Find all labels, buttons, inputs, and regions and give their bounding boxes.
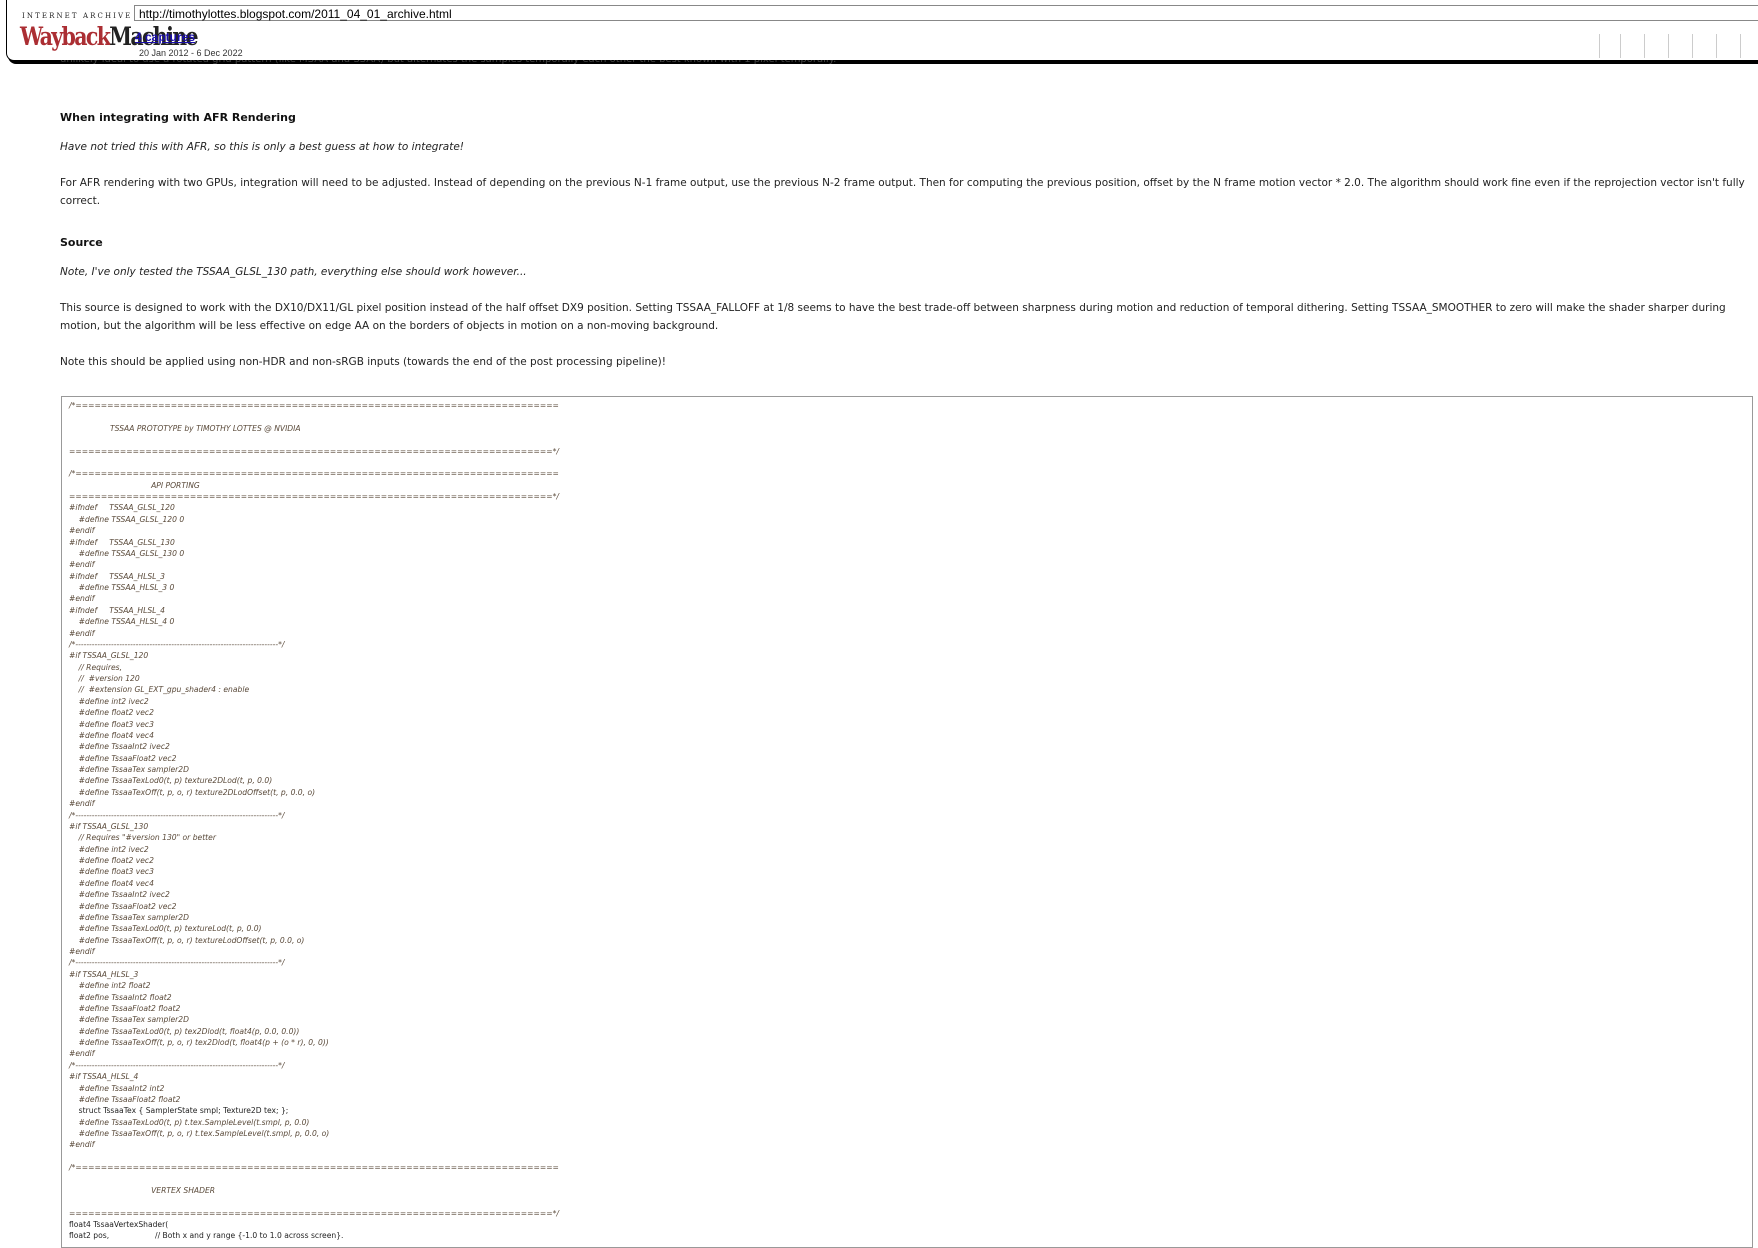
code-line: #ifndef TSSAA_GLSL_130: [69, 537, 175, 547]
wayback-logo[interactable]: INTERNET ARCHIVE WaybackMachine: [14, 8, 199, 54]
code-line: #define int2 ivec2: [78, 696, 149, 706]
wayback-toolbar: INTERNET ARCHIVE WaybackMachine http://t…: [0, 0, 1758, 64]
code-line: /*--------------------------------------…: [69, 958, 285, 968]
code-line: #define TSSAA_HLSL_3 0: [78, 583, 175, 592]
source-note-hdr: Note this should be applied using non-HD…: [60, 356, 666, 368]
code-line: #endif: [69, 628, 95, 638]
code-line: #define int2 float2: [78, 981, 151, 991]
code-line: /*======================================…: [69, 1163, 559, 1173]
code-line: #define float2 vec2: [78, 856, 154, 865]
code-line: #define TssaaFloat2 float2: [78, 1003, 181, 1013]
code-line: #define TssaaInt2 int2: [78, 1083, 165, 1093]
code-line: #define TssaaTexLod0(t, p) t.tex.SampleL…: [78, 1117, 310, 1127]
code-line: struct TssaaTex { SamplerState smpl; Tex…: [78, 1106, 289, 1116]
code-line: #define TssaaTexLod0(t, p) texture2DLod(…: [78, 776, 273, 786]
code-line: /*--------------------------------------…: [69, 810, 285, 820]
code-line: #if TSSAA_GLSL_130: [69, 821, 149, 831]
code-line: #define TssaaTex sampler2D: [78, 1015, 189, 1025]
code-line: #define float4 vec4: [78, 878, 154, 888]
clipped-paragraph: unlikely ideal to use a rotated grid pat…: [60, 60, 910, 68]
source-paragraph: This source is designed to work with the…: [60, 302, 1726, 332]
code-line: #define float3 vec3: [78, 867, 154, 877]
sparkline-year-divider: [1716, 34, 1717, 58]
code-line: #ifndef TSSAA_HLSL_4: [69, 605, 166, 615]
code-line: #define TSSAA_HLSL_4 0: [78, 617, 175, 627]
afr-note: Have not tried this with AFR, so this is…: [60, 141, 464, 153]
code-line: #define TssaaTexOff(t, p, o, r) t.tex.Sa…: [78, 1129, 330, 1138]
code-line: float4 TssaaVertexShader(: [69, 1220, 169, 1229]
sparkline-year-divider: [1692, 34, 1693, 58]
code-line: #define int2 ivec2: [78, 844, 149, 854]
code-line: #define TssaaTexOff(t, p, o, r) textureL…: [78, 935, 305, 945]
sparkline-year-divider: [1740, 34, 1741, 58]
capture-date-range: 20 Jan 2012 - 6 Dec 2022: [139, 48, 243, 58]
code-line: #define TSSAA_GLSL_120 0: [78, 514, 185, 524]
code-line: #define TssaaTex sampler2D: [78, 912, 189, 922]
code-line: #endif: [69, 799, 95, 809]
code-line: // #extension GL_EXT_gpu_shader4 : enabl…: [78, 685, 250, 695]
logo-internet-archive-text: INTERNET ARCHIVE: [22, 12, 133, 20]
code-line: #define TssaaFloat2 vec2: [78, 753, 177, 763]
code-line: float2 pos, // Both x and y range {-1.0 …: [69, 1231, 344, 1241]
code-line: // Requires,: [78, 662, 123, 672]
code-line: #define float4 vec4: [78, 730, 154, 740]
code-line: /*--------------------------------------…: [69, 639, 285, 649]
code-line: #define TssaaFloat2 vec2: [78, 901, 177, 911]
captures-link[interactable]: 4 captures: [135, 30, 195, 44]
code-line: #define TssaaTexOff(t, p, o, r) texture2…: [78, 787, 316, 797]
code-line: // #version 120: [78, 674, 140, 683]
sparkline-year-divider: [1644, 34, 1645, 58]
code-line: API PORTING: [151, 480, 200, 490]
source-note: Note, I've only tested the TSSAA_GLSL_13…: [60, 266, 527, 278]
code-line: #define TssaaInt2 float2: [78, 992, 172, 1002]
code-listing[interactable]: /*======================================…: [61, 396, 1753, 1248]
code-line: #endif: [69, 594, 95, 604]
code-line: #define TssaaInt2 ivec2: [78, 742, 170, 752]
code-line: TSSAA PROTOTYPE by TIMOTHY LOTTES @ NVID…: [110, 423, 301, 433]
code-line: // Requires "#version 130" or better: [78, 833, 216, 843]
code-line: #endif: [69, 1140, 95, 1150]
code-line: #ifndef TSSAA_GLSL_120: [69, 503, 175, 513]
sparkline-year-divider: [1668, 34, 1669, 58]
source-code-text: /*======================================…: [62, 397, 1752, 1245]
code-line: #define TssaaTexLod0(t, p) tex2Dlod(t, f…: [78, 1026, 300, 1036]
code-line: /*--------------------------------------…: [69, 1060, 285, 1070]
code-line: #endif: [69, 526, 95, 536]
code-line: #endif: [69, 560, 95, 570]
sparkline-year-divider: [1599, 34, 1600, 58]
code-line: #define TSSAA_GLSL_130 0: [78, 548, 185, 558]
code-line: #ifndef TSSAA_HLSL_3: [69, 571, 166, 581]
code-line: #define TssaaTexLod0(t, p) textureLod(t,…: [78, 924, 262, 934]
code-line: ========================================…: [69, 1208, 559, 1218]
code-line: /*======================================…: [69, 401, 559, 410]
code-line: #define TssaaInt2 ivec2: [78, 890, 170, 900]
code-line: #define float2 vec2: [78, 708, 154, 718]
source-heading: Source: [60, 236, 103, 249]
code-line: #if TSSAA_HLSL_3: [69, 969, 139, 979]
afr-paragraph: For AFR rendering with two GPUs, integra…: [60, 177, 1745, 207]
code-line: VERTEX SHADER: [151, 1185, 216, 1195]
code-line: #if TSSAA_HLSL_4: [69, 1072, 139, 1082]
url-input[interactable]: http://timothylottes.blogspot.com/2011_0…: [134, 5, 1758, 21]
code-line: #define float3 vec3: [78, 719, 154, 729]
afr-heading: When integrating with AFR Rendering: [60, 111, 296, 124]
code-line: #define TssaaTex sampler2D: [78, 765, 189, 774]
code-line: #endif: [69, 1049, 95, 1059]
code-line: #if TSSAA_GLSL_120: [69, 651, 149, 661]
code-line: #define TssaaFloat2 float2: [78, 1094, 181, 1104]
capture-sparkline[interactable]: [1597, 34, 1758, 58]
code-line: ========================================…: [69, 446, 559, 456]
sparkline-year-divider: [1620, 34, 1621, 58]
code-line: /*======================================…: [69, 469, 559, 479]
logo-wayback-word: Wayback: [20, 22, 111, 51]
code-line: #define TssaaTexOff(t, p, o, r) tex2Dlod…: [78, 1038, 329, 1047]
code-line: #endif: [69, 947, 95, 956]
code-line: ========================================…: [69, 492, 559, 501]
